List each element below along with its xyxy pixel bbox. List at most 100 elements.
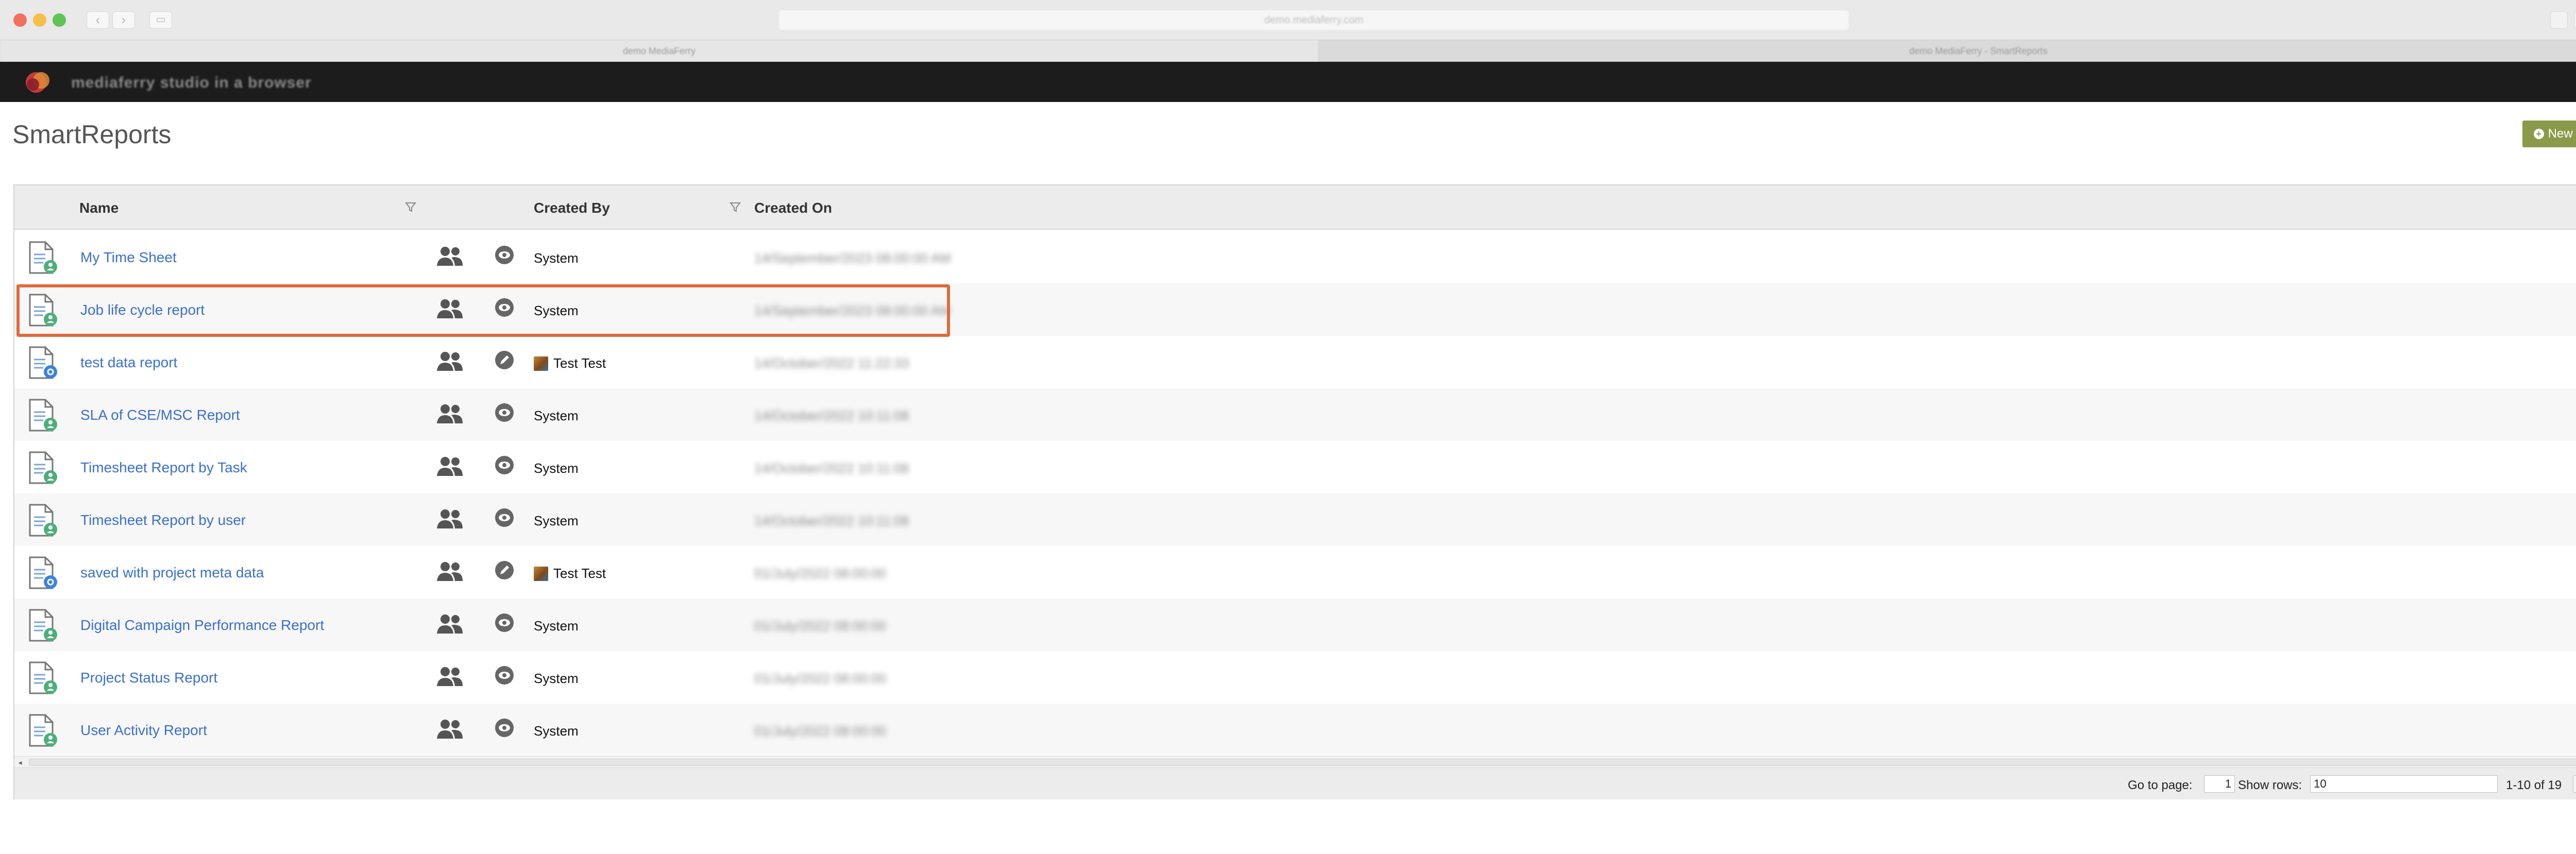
created-on-cell: 01/July/2022 08:00:00 [754, 671, 886, 686]
report-document-system-icon [28, 609, 59, 643]
browser-tab[interactable]: demo MediaFerry [0, 40, 1319, 62]
view-icon[interactable] [495, 718, 514, 738]
report-name-link[interactable]: Timesheet Report by Task [80, 459, 247, 476]
created-by-cell: System [534, 723, 579, 739]
column-header-created-on[interactable]: Created On [754, 200, 832, 216]
browser-tab[interactable]: demo MediaFerry - SmartReports [1319, 40, 2576, 62]
created-on-cell: 01/July/2022 08:00:00 [754, 723, 886, 739]
edit-icon[interactable] [495, 560, 514, 580]
table-row[interactable]: SLA of CSE/MSC Report System 14/October/20… [14, 388, 2576, 441]
browser-toolbar: ‹ › ▭ demo.mediaferry.com [0, 0, 2576, 40]
report-document-system-icon [28, 504, 59, 538]
close-window-button[interactable] [13, 13, 27, 27]
share-users-icon[interactable] [436, 718, 464, 741]
created-by-text: System [534, 513, 579, 528]
table-row[interactable]: Timesheet Report by Task System 14/October… [14, 441, 2576, 493]
highlight-box [16, 284, 950, 337]
table-row[interactable]: User Activity Report System 01/July/2022 0… [14, 704, 2576, 756]
new-report-button[interactable]: + New Report [2522, 121, 2576, 147]
created-by-cell: System [534, 460, 579, 476]
view-icon[interactable] [495, 665, 514, 685]
created-by-text: System [534, 671, 579, 686]
created-by-text: System [534, 723, 579, 739]
share-users-icon[interactable] [436, 245, 464, 268]
report-name-link[interactable]: Digital Campaign Performance Report [80, 617, 324, 634]
share-users-icon[interactable] [436, 403, 464, 425]
column-header-name[interactable]: Name [79, 200, 118, 216]
share-users-icon[interactable] [436, 508, 464, 531]
report-name-link[interactable]: Timesheet Report by user [80, 512, 246, 528]
horizontal-scrollbar[interactable]: ◂ ▸ [14, 756, 2576, 767]
scrollbar-thumb[interactable] [29, 759, 2576, 766]
new-tab-icon[interactable] [2574, 11, 2576, 29]
view-icon[interactable] [495, 455, 514, 475]
report-name-link[interactable]: SLA of CSE/MSC Report [80, 407, 240, 423]
back-icon[interactable]: ‹ [87, 11, 109, 29]
created-by-text: Test Test [553, 355, 606, 371]
created-by-cell: System [534, 618, 579, 634]
report-document-system-icon [28, 714, 59, 748]
report-name-link[interactable]: User Activity Report [80, 722, 207, 739]
created-on-cell: 14/October/2022 10:11:08 [754, 408, 909, 423]
avatar [534, 566, 548, 581]
share-users-icon[interactable] [436, 665, 464, 688]
reports-table: Name Created By Created On My Time Sheet… [13, 184, 2576, 799]
page-range-text: 1-10 of 19 [2506, 778, 2562, 792]
created-by-cell: Test Test [534, 566, 606, 582]
table-row[interactable]: Project Status Report System 01/July/2022 … [14, 651, 2576, 704]
sidebar-icon[interactable]: ▭ [149, 11, 172, 29]
filter-icon[interactable] [405, 201, 416, 213]
filter-icon[interactable] [730, 201, 741, 213]
column-header-created-by[interactable]: Created By [534, 200, 610, 216]
created-by-text: System [534, 408, 579, 423]
created-on-cell: 14/October/2022 10:11:08 [754, 513, 909, 528]
forward-icon[interactable]: › [112, 11, 135, 29]
page-number-input[interactable] [2204, 775, 2235, 793]
table-row[interactable]: Timesheet Report by user System 14/October… [14, 493, 2576, 546]
view-icon[interactable] [495, 508, 514, 527]
address-bar[interactable]: demo.mediaferry.com [778, 9, 1850, 31]
report-name-link[interactable]: test data report [80, 354, 177, 371]
created-by-cell: System [534, 408, 579, 424]
table-row[interactable]: My Time Sheet System 14/September/2023 08:… [14, 231, 2576, 283]
report-name-link[interactable]: saved with project meta data [80, 565, 264, 581]
table-row[interactable]: saved with project meta data Test Test 01/… [14, 546, 2576, 599]
logo-text: mediaferry studio in a browser [71, 74, 312, 91]
report-document-system-icon [28, 451, 59, 485]
created-on-cell: 14/October/2022 10:11:08 [754, 460, 909, 476]
rows-per-page-select[interactable] [2310, 775, 2498, 793]
created-by-cell: System [534, 250, 579, 266]
created-by-text: System [534, 618, 579, 634]
created-on-cell: 14/September/2023 08:00:00 AM [754, 250, 951, 266]
report-name-link[interactable]: My Time Sheet [80, 249, 177, 266]
table-row[interactable]: Digital Campaign Performance Report Syste… [14, 599, 2576, 651]
scroll-left-icon[interactable]: ◂ [14, 757, 26, 768]
table-header: Name Created By Created On [14, 185, 2576, 230]
report-name-link[interactable]: Project Status Report [80, 670, 217, 686]
share-users-icon[interactable] [436, 350, 464, 373]
table-row[interactable]: test data report Test Test 14/October/2022… [14, 336, 2576, 388]
maximize-window-button[interactable] [53, 13, 66, 27]
go-to-page-label: Go to page: [2128, 778, 2193, 792]
pagination-bar: Go to page: Show rows: 1-10 of 19 ◂ ▸ [14, 767, 2576, 799]
share-users-icon[interactable] [436, 455, 464, 478]
avatar [534, 356, 548, 371]
mediaferry-logo-icon[interactable] [15, 69, 65, 95]
created-by-text: System [534, 250, 579, 266]
report-document-system-icon [28, 399, 59, 433]
view-icon[interactable] [495, 613, 514, 633]
edit-icon[interactable] [495, 350, 514, 370]
created-on-cell: 14/October/2022 11:22:33 [754, 355, 909, 371]
view-icon[interactable] [495, 245, 514, 265]
previous-page-icon[interactable]: ◂ [2573, 775, 2576, 793]
created-by-cell: Test Test [534, 355, 606, 371]
share-icon[interactable] [2550, 11, 2568, 29]
page-title: SmartReports [12, 120, 172, 149]
share-users-icon[interactable] [436, 560, 464, 583]
share-users-icon[interactable] [436, 613, 464, 636]
created-on-cell: 01/July/2022 08:00:00 [754, 566, 886, 581]
minimize-window-button[interactable] [33, 13, 46, 27]
new-report-label: New Report [2548, 127, 2576, 141]
created-on-cell: 01/July/2022 08:00:00 [754, 618, 886, 634]
view-icon[interactable] [495, 403, 514, 422]
